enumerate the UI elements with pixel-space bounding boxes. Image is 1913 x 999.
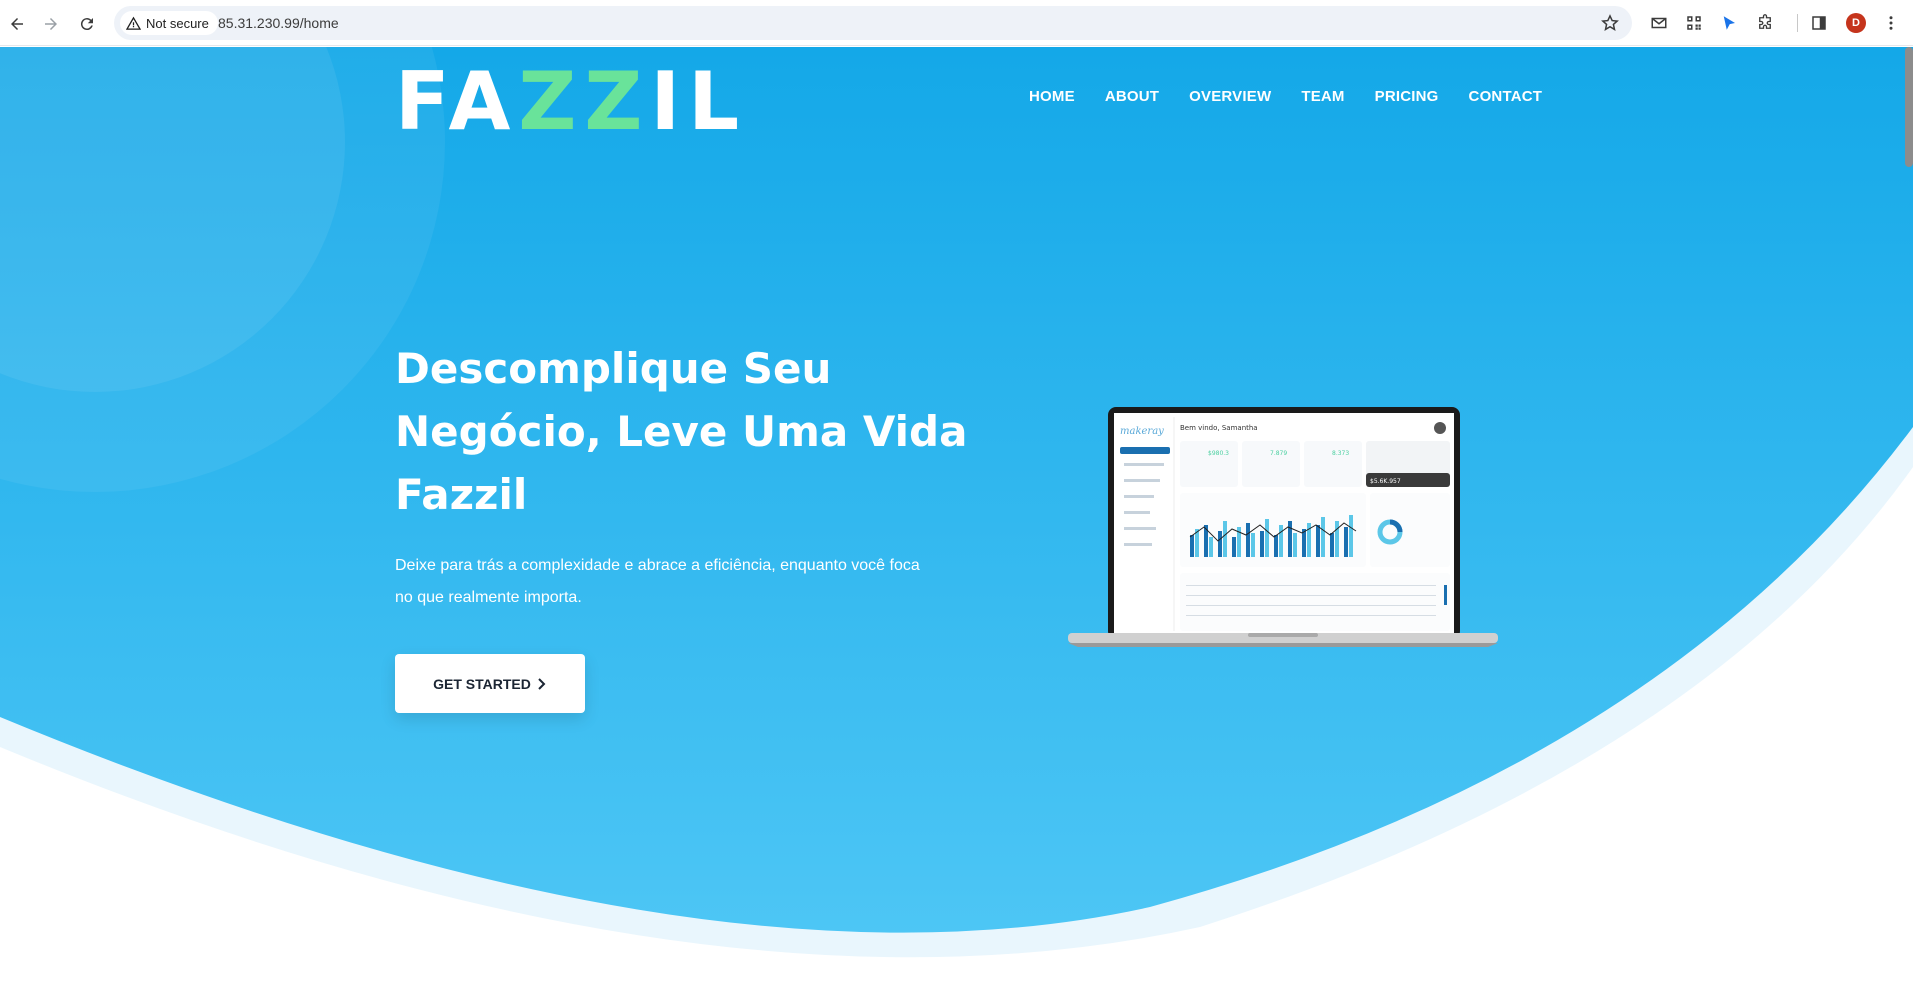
warning-icon [126,16,141,30]
nav-overview[interactable]: OVERVIEW [1189,88,1271,105]
security-chip[interactable]: Not secure [120,11,218,35]
mockup-brand: makeray [1120,426,1164,437]
browser-toolbar: Not secure 85.31.230.99/home D [0,0,1913,46]
reload-button[interactable] [74,11,100,37]
security-label: Not secure [146,15,209,31]
nav-about[interactable]: ABOUT [1105,88,1159,105]
arrow-left-icon [11,18,23,30]
forward-button[interactable] [38,11,64,37]
page-scrollbar[interactable] [1905,47,1913,999]
logo-text-part2: ZZ [518,55,651,148]
mail-icon [1651,17,1667,29]
address-bar[interactable]: Not secure 85.31.230.99/home [114,6,1632,40]
profile-avatar[interactable]: D [1846,13,1866,33]
get-started-button[interactable]: GET STARTED [395,654,585,713]
back-button[interactable] [4,11,30,37]
main-nav: HOME ABOUT OVERVIEW TEAM PRICING CONTACT [1029,88,1542,105]
bookmark-star-icon[interactable] [1600,13,1620,33]
url-text[interactable]: 85.31.230.99/home [218,15,339,31]
nav-home[interactable]: HOME [1029,88,1075,105]
mockup-balance: $5.6K.957 [1370,478,1401,485]
nav-pricing[interactable]: PRICING [1375,88,1439,105]
hero-subtitle: Deixe para trás a complexidade e abrace … [395,557,920,606]
kebab-menu-icon [1889,16,1893,30]
mockup-stat-1: $980.3 [1208,450,1229,457]
mockup-stat-3: 8.373 [1332,450,1349,457]
side-panel-button[interactable] [1808,12,1830,34]
qr-code-icon [1687,16,1701,30]
pointer-arrow-icon [1723,16,1735,30]
browser-menu-button[interactable] [1880,12,1902,34]
logo-text-part3: IL [650,55,748,148]
gmail-extension-button[interactable] [1648,12,1670,34]
puzzle-icon [1759,14,1771,29]
mockup-stat-2: 7.879 [1270,450,1287,457]
reload-icon [80,18,93,31]
qr-extension-button[interactable] [1683,12,1705,34]
laptop-mockup-image: makeray Bem vindo, Samantha $980.3 7.879… [1068,407,1498,647]
chevron-right-icon [538,677,546,690]
nav-team[interactable]: TEAM [1301,88,1344,105]
mockup-greeting: Bem vindo, Samantha [1180,424,1258,432]
get-started-label: GET STARTED [433,675,531,692]
toolbar-divider [1797,14,1798,32]
cursor-extension-button[interactable] [1718,12,1740,34]
page-viewport: FAZZIL HOME ABOUT OVERVIEW TEAM PRICING … [0,47,1913,999]
logo-text-part1: FA [395,55,519,148]
hero-title: Descomplique Seu Negócio, Leve Uma Vida … [395,344,968,519]
side-panel-icon [1812,16,1826,30]
arrow-right-icon [45,18,57,30]
nav-contact[interactable]: CONTACT [1469,88,1543,105]
scrollbar-thumb[interactable] [1905,47,1913,167]
site-logo[interactable]: FAZZIL [395,62,747,142]
extensions-button[interactable] [1754,12,1776,34]
